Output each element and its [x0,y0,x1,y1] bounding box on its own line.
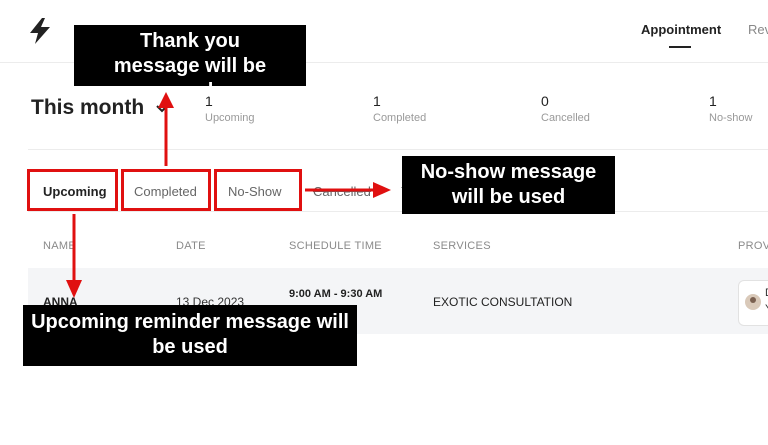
column-header-services[interactable]: SERVICES [433,240,491,252]
stat-no-show: 1 No-show [709,93,752,124]
stat-label: Completed [373,112,427,124]
cell-schedule-time: 9:00 AM - 9:30 AM [289,288,383,300]
column-header-date[interactable]: DATE [176,240,206,252]
tabs-divider [28,211,768,212]
highlight-no-show [214,169,302,211]
stat-value: 1 [709,93,717,109]
arrow-right-icon [305,182,391,198]
highlight-upcoming [27,169,118,211]
tab-reviews[interactable]: Rev [748,22,768,37]
lightning-bolt-icon[interactable] [28,18,52,44]
callout-text: No-show message will be used [420,161,597,208]
appointments-page: Appointment Rev This month 1 Upcoming 1 … [0,0,768,445]
stat-value: 1 [373,93,381,109]
provider-card[interactable]: D Y [738,280,768,326]
stat-label: Upcoming [205,112,255,124]
stat-label: No-show [709,112,753,124]
stat-cancelled: 0 Cancelled [541,93,590,124]
active-tab-indicator [669,46,691,48]
column-header-schedule-time[interactable]: SCHEDULE TIME [289,240,382,252]
stat-label: Cancelled [541,112,590,124]
highlight-completed [121,169,211,211]
arrow-down-icon [66,214,82,298]
callout-no-show-message: No-show message will be used [402,156,615,214]
summary-divider [28,149,768,150]
stat-completed: 1 Completed [373,93,426,124]
column-header-provider[interactable]: PROVI [738,240,768,252]
callout-upcoming-reminder-message: Upcoming reminder message will be used [23,305,357,366]
avatar [745,294,761,310]
callout-text: Upcoming reminder message will be used [31,311,349,358]
callout-text: Thank you message will be used [113,30,267,102]
callout-thank-you-message: Thank you message will be used [74,25,306,102]
tab-appointment[interactable]: Appointment [641,22,721,37]
cell-service: EXOTIC CONSULTATION [433,295,573,309]
stat-value: 0 [541,93,549,109]
